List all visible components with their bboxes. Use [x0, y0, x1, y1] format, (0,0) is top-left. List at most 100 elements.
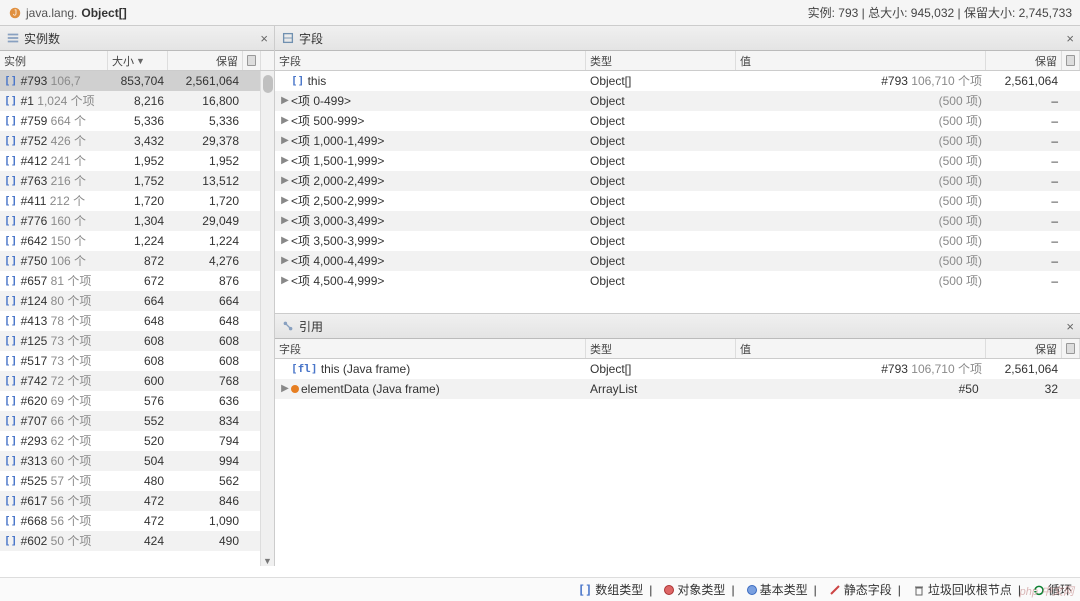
- table-row[interactable]: [] #617 56 个项472846: [0, 491, 274, 511]
- type-cell: Object: [586, 134, 736, 148]
- close-icon[interactable]: ×: [260, 31, 268, 46]
- size-cell: 480: [108, 474, 168, 488]
- table-row[interactable]: [] #411 212 个1,7201,720: [0, 191, 274, 211]
- expand-icon[interactable]: ▶: [279, 155, 291, 166]
- table-row[interactable]: ▶<项 4,000-4,499>Object(500 项)–: [275, 251, 1080, 271]
- col-config[interactable]: [1062, 51, 1080, 70]
- table-row[interactable]: [] #412 241 个1,9521,952: [0, 151, 274, 171]
- table-row[interactable]: ▶<项 1,000-1,499>Object(500 项)–: [275, 131, 1080, 151]
- table-row[interactable]: ▶<项 3,500-3,999>Object(500 项)–: [275, 231, 1080, 251]
- expand-icon[interactable]: ▶: [279, 115, 291, 126]
- retained-cell: 5,336: [168, 114, 243, 128]
- instance-cell: [] #411 212 个: [0, 192, 108, 209]
- size-cell: 504: [108, 454, 168, 468]
- table-row[interactable]: [] thisObject[]#793 106,710 个项2,561,064: [275, 71, 1080, 91]
- col-type[interactable]: 类型: [586, 339, 736, 358]
- col-type[interactable]: 类型: [586, 51, 736, 70]
- table-row[interactable]: ▶elementData (Java frame)ArrayList#50 32: [275, 379, 1080, 399]
- scroll-thumb[interactable]: [263, 75, 273, 93]
- instance-cell: [] #759 664 个: [0, 112, 108, 129]
- table-row[interactable]: [] #1 1,024 个项8,21616,800: [0, 91, 274, 111]
- table-row[interactable]: ▶<项 500-999>Object(500 项)–: [275, 111, 1080, 131]
- instances-table-header[interactable]: 实例 大小▼ 保留: [0, 51, 274, 71]
- table-row[interactable]: [] #413 78 个项648648: [0, 311, 274, 331]
- col-size[interactable]: 大小▼: [108, 51, 168, 70]
- title-class: Object[]: [81, 6, 126, 20]
- col-instance[interactable]: 实例: [0, 51, 108, 70]
- col-field[interactable]: 字段: [275, 339, 586, 358]
- vertical-scrollbar[interactable]: ▼: [260, 71, 274, 566]
- expand-icon[interactable]: ▶: [279, 383, 291, 394]
- chevron-down-icon[interactable]: ▼: [263, 556, 272, 566]
- retained-cell: –: [986, 154, 1062, 168]
- table-row[interactable]: [] #776 160 个1,30429,049: [0, 211, 274, 231]
- fields-table-header[interactable]: 字段 类型 值 保留: [275, 51, 1080, 71]
- instances-title-text: 实例数: [24, 30, 60, 47]
- legend-bar: []数组类型 | 对象类型 | 基本类型 | 静态字段 | 垃圾回收根节点 | …: [0, 577, 1080, 601]
- table-row[interactable]: [] #793 106,7853,7042,561,064: [0, 71, 274, 91]
- size-cell: 424: [108, 534, 168, 548]
- table-row[interactable]: [] #668 56 个项4721,090: [0, 511, 274, 531]
- value-cell: (500 项): [736, 212, 986, 229]
- value-cell: (500 项): [736, 252, 986, 269]
- table-row[interactable]: [] #763 216 个1,75213,512: [0, 171, 274, 191]
- close-icon[interactable]: ×: [1066, 31, 1074, 46]
- table-row[interactable]: [] #293 62 个项520794: [0, 431, 274, 451]
- table-row[interactable]: [] #525 57 个项480562: [0, 471, 274, 491]
- expand-icon[interactable]: ▶: [279, 135, 291, 146]
- legend-gc-root: 垃圾回收根节点: [913, 581, 1012, 598]
- table-row[interactable]: [] #759 664 个5,3365,336: [0, 111, 274, 131]
- col-config[interactable]: [1062, 339, 1080, 358]
- instances-panel: 实例数 × 实例 大小▼ 保留 [] #793 106,7853,7042,56…: [0, 26, 275, 566]
- table-row[interactable]: ▶<项 4,500-4,999>Object(500 项)–: [275, 271, 1080, 291]
- col-field[interactable]: 字段: [275, 51, 586, 70]
- table-row[interactable]: [] #124 80 个项664664: [0, 291, 274, 311]
- java-icon: J: [8, 6, 22, 20]
- retained-cell: –: [986, 234, 1062, 248]
- table-row[interactable]: [] #707 66 个项552834: [0, 411, 274, 431]
- retained-cell: 2,561,064: [168, 74, 243, 88]
- table-row[interactable]: ▶<项 2,500-2,999>Object(500 项)–: [275, 191, 1080, 211]
- table-row[interactable]: [] #602 50 个项424490: [0, 531, 274, 551]
- value-cell: #793 106,710 个项: [736, 360, 986, 377]
- table-row[interactable]: ▶<项 1,500-1,999>Object(500 项)–: [275, 151, 1080, 171]
- expand-icon[interactable]: ▶: [279, 175, 291, 186]
- field-cell: ▶<项 4,000-4,499>: [275, 252, 586, 269]
- red-dot-icon: [664, 585, 674, 595]
- table-row[interactable]: [] #750 106 个8724,276: [0, 251, 274, 271]
- size-cell: 600: [108, 374, 168, 388]
- table-row[interactable]: [] #742 72 个项600768: [0, 371, 274, 391]
- col-value[interactable]: 值: [736, 339, 986, 358]
- col-retained[interactable]: 保留: [986, 339, 1062, 358]
- col-retained[interactable]: 保留: [168, 51, 243, 70]
- size-cell: 608: [108, 354, 168, 368]
- table-row[interactable]: [] #313 60 个项504994: [0, 451, 274, 471]
- brackets-icon: []: [4, 434, 17, 447]
- fields-icon: [281, 31, 295, 45]
- type-cell: Object[]: [586, 74, 736, 88]
- expand-icon[interactable]: ▶: [279, 275, 291, 286]
- table-row[interactable]: ▶<项 3,000-3,499>Object(500 项)–: [275, 211, 1080, 231]
- references-table-header[interactable]: 字段 类型 值 保留: [275, 339, 1080, 359]
- brackets-icon: []: [4, 154, 17, 167]
- table-row[interactable]: [] #642 150 个1,2241,224: [0, 231, 274, 251]
- expand-icon[interactable]: ▶: [279, 215, 291, 226]
- expand-icon[interactable]: ▶: [279, 95, 291, 106]
- instances-table-body: [] #793 106,7853,7042,561,064[] #1 1,024…: [0, 71, 274, 551]
- table-row[interactable]: [] #752 426 个3,43229,378: [0, 131, 274, 151]
- close-icon[interactable]: ×: [1066, 319, 1074, 334]
- table-row[interactable]: [] #125 73 个项608608: [0, 331, 274, 351]
- table-row[interactable]: ▶<项 0-499>Object(500 项)–: [275, 91, 1080, 111]
- expand-icon[interactable]: ▶: [279, 235, 291, 246]
- col-config[interactable]: [243, 51, 261, 70]
- col-value[interactable]: 值: [736, 51, 986, 70]
- expand-icon[interactable]: ▶: [279, 255, 291, 266]
- col-retained[interactable]: 保留: [986, 51, 1062, 70]
- table-row[interactable]: [] #657 81 个项672876: [0, 271, 274, 291]
- table-row[interactable]: [] #517 73 个项608608: [0, 351, 274, 371]
- table-row[interactable]: [fl] this (Java frame)Object[]#793 106,7…: [275, 359, 1080, 379]
- instance-cell: [] #293 62 个项: [0, 432, 108, 449]
- expand-icon[interactable]: ▶: [279, 195, 291, 206]
- table-row[interactable]: [] #620 69 个项576636: [0, 391, 274, 411]
- table-row[interactable]: ▶<项 2,000-2,499>Object(500 项)–: [275, 171, 1080, 191]
